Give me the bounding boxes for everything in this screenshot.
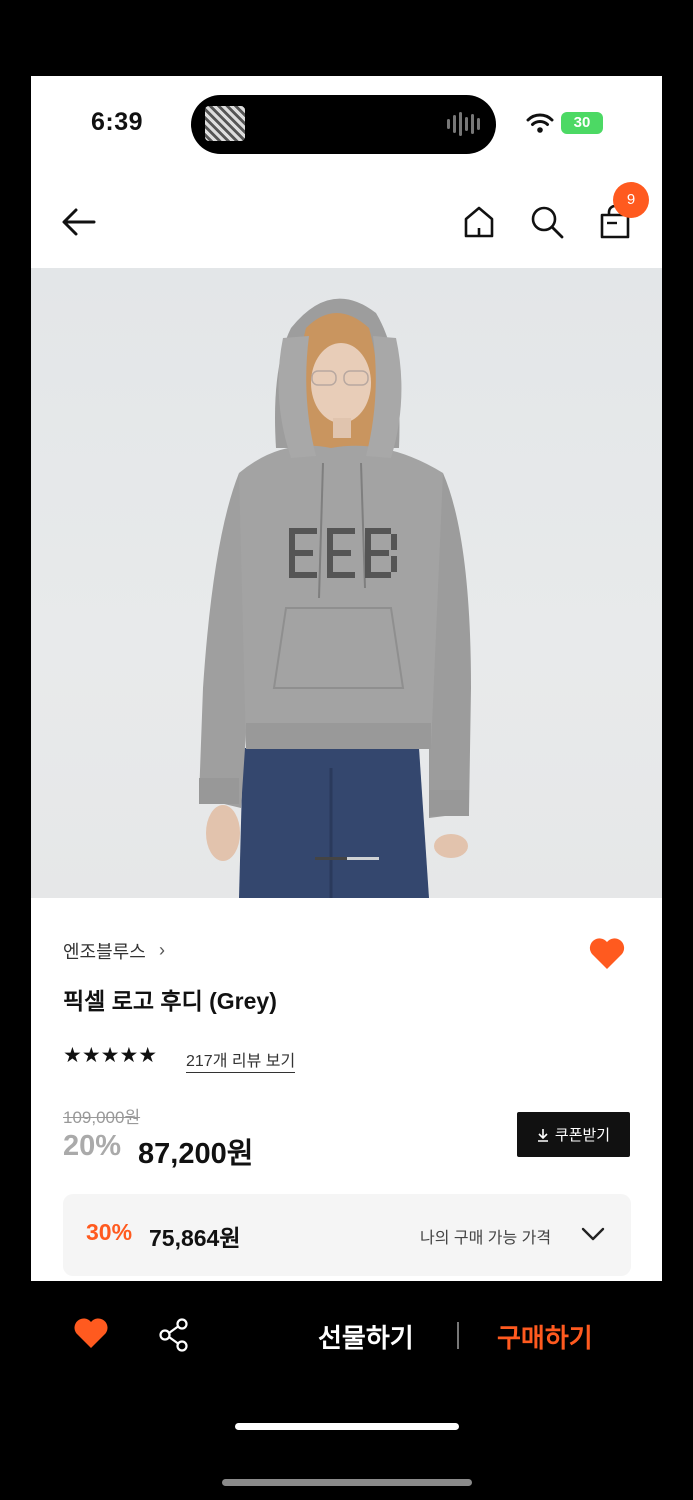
app-screen: 6:39 30 9 엔조블루스 › 픽셀 로고 후디 (Grey) ★★★★★ … <box>31 76 662 1281</box>
bottom-divider <box>457 1322 459 1349</box>
sale-price: 87,200원 <box>138 1138 254 1170</box>
my-price-amount: 75,864원 <box>149 1225 241 1251</box>
search-icon[interactable] <box>529 204 565 240</box>
coupon-button[interactable]: 쿠폰받기 <box>517 1112 630 1157</box>
my-price-label: 나의 구매 가능 가격 <box>420 1230 552 1247</box>
status-time: 6:39 <box>91 108 144 136</box>
review-link[interactable]: 217개 리뷰 보기 <box>186 1047 296 1073</box>
back-arrow-icon[interactable] <box>61 204 97 240</box>
product-info: 엔조블루스 › 픽셀 로고 후디 (Grey) ★★★★★ 217개 리뷰 보기… <box>31 898 662 1281</box>
gift-button[interactable]: 선물하기 <box>318 1318 414 1355</box>
my-discount-rate: 30% <box>86 1219 133 1245</box>
image-pager-active <box>315 857 347 860</box>
dynamic-island[interactable] <box>191 95 496 154</box>
share-icon[interactable] <box>158 1318 190 1352</box>
top-nav: 9 <box>31 176 662 268</box>
product-title: 픽셀 로고 후디 (Grey) <box>63 988 277 1014</box>
my-price-box[interactable]: 30% 75,864원 나의 구매 가능 가격 <box>63 1194 631 1276</box>
home-icon[interactable] <box>461 204 497 240</box>
wishlist-heart-icon[interactable] <box>73 1317 109 1349</box>
coupon-button-label: 쿠폰받기 <box>554 1127 611 1144</box>
home-indicator[interactable] <box>235 1423 459 1430</box>
chevron-down-icon[interactable] <box>581 1224 605 1244</box>
audio-wave-icon <box>447 111 480 137</box>
outer-home-indicator <box>222 1479 472 1486</box>
heart-icon[interactable] <box>588 936 626 970</box>
product-image[interactable] <box>31 268 662 898</box>
product-photo <box>199 298 471 898</box>
wifi-icon <box>526 113 554 133</box>
cart-count-badge: 9 <box>613 182 649 218</box>
status-bar: 6:39 30 <box>31 76 662 176</box>
download-icon <box>537 1128 548 1142</box>
now-playing-artwork <box>205 106 245 141</box>
chevron-right-icon[interactable]: › <box>159 940 165 961</box>
discount-rate: 20% <box>63 1130 122 1162</box>
brand-link[interactable]: 엔조블루스 <box>63 938 146 964</box>
battery-indicator: 30 <box>561 112 603 134</box>
buy-button[interactable]: 구매하기 <box>497 1318 593 1355</box>
rating-stars: ★★★★★ <box>63 1044 158 1067</box>
original-price: 109,000원 <box>63 1108 141 1127</box>
